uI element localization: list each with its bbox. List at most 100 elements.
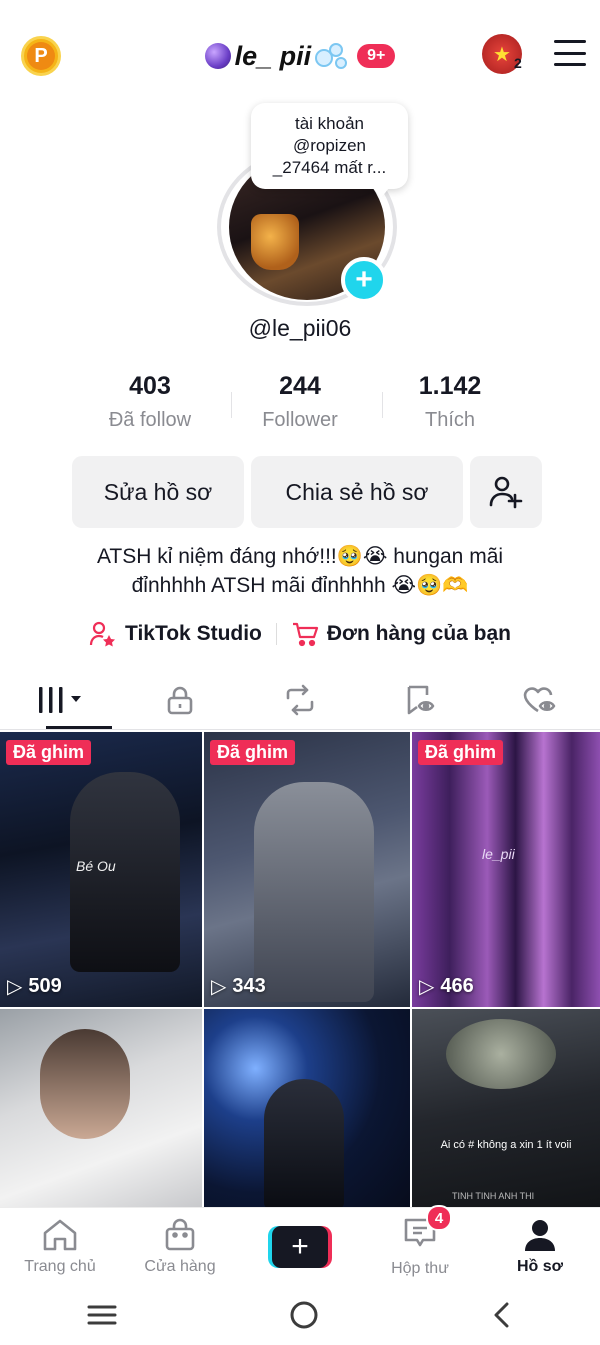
- thumb-figure: [264, 1079, 344, 1207]
- menu-line: [554, 63, 586, 66]
- video-thumbnail[interactable]: Bé Ou Đã ghim ▷ 509: [0, 732, 202, 1007]
- home-icon: [43, 1219, 77, 1250]
- likes-label: Thích: [424, 409, 476, 431]
- thumb-caption: Ai có # không a xin 1 ít voii: [440, 1139, 572, 1151]
- view-count: ▷ 509: [7, 974, 62, 999]
- home-circle-icon[interactable]: [289, 1300, 319, 1330]
- avatar-glass: [251, 214, 299, 270]
- pinned-badge: Đã ghim: [418, 740, 504, 765]
- pinned-badge: Đã ghim: [6, 740, 92, 765]
- repost-icon: [286, 684, 314, 716]
- tab-videos[interactable]: [0, 672, 120, 728]
- profile-bio: ATSH kỉ niệm đáng nhớ!!!🥹😭 hungan mãi đỉ…: [40, 542, 560, 600]
- thumb-figure: [254, 782, 374, 1002]
- nav-inbox-label: Hộp thư: [391, 1260, 449, 1277]
- inbox-icon-wrap: 4: [402, 1205, 452, 1254]
- view-count-value: 509: [28, 975, 62, 997]
- thumb-watermark: le_pii: [482, 846, 515, 862]
- create-button[interactable]: +: [268, 1225, 332, 1268]
- recent-apps-icon[interactable]: [86, 1303, 118, 1327]
- nav-shop[interactable]: Cửa hàng: [120, 1208, 240, 1285]
- following-label: Đã follow: [108, 409, 192, 431]
- stat-divider: [231, 392, 232, 418]
- following-count: 403: [129, 372, 171, 400]
- profile-stats: 403 Đã follow 244 Follower 1.142 Thích: [75, 372, 525, 432]
- tooltip-line: _27464 mất r...: [272, 158, 387, 177]
- view-count: ▷ 466: [419, 974, 474, 999]
- plus-icon: +: [272, 1225, 328, 1268]
- username-title: le_ pii: [234, 40, 312, 71]
- menu-line: [554, 40, 586, 43]
- add-user-icon: [489, 476, 523, 509]
- thumb-watermark: Bé Ou: [76, 858, 116, 874]
- link-divider: [275, 623, 277, 645]
- following-stat[interactable]: 403 Đã follow: [75, 372, 225, 432]
- tooltip-line: tài khoản: [295, 114, 364, 133]
- bio-line: đỉnhhhh ATSH mãi đỉnhhhh 😭🥹🫶: [131, 574, 469, 597]
- profile-handle: @le_pii06: [248, 315, 352, 341]
- system-nav-bar: [0, 1285, 600, 1345]
- thumb-flowers: [446, 1019, 556, 1089]
- star-icon: ★: [493, 43, 511, 66]
- tab-private[interactable]: [120, 672, 240, 728]
- nav-shop-label: Cửa hàng: [144, 1257, 216, 1275]
- video-thumbnail[interactable]: le_pii Đã ghim ▷ 466: [412, 732, 600, 1007]
- edit-profile-button[interactable]: Sửa hồ sơ: [72, 456, 244, 528]
- tooltip-line: @ropizen: [292, 136, 366, 155]
- orders-link[interactable]: Đơn hàng của bạn: [291, 621, 511, 647]
- view-count: ▷ 343: [211, 974, 266, 999]
- view-count-value: 466: [440, 975, 474, 997]
- account-switch-badge: 9+: [357, 44, 396, 68]
- nav-inbox[interactable]: 4 Hộp thư: [360, 1205, 480, 1285]
- shopping-bag-icon: [165, 1218, 195, 1250]
- nav-profile-label: Hồ sơ: [516, 1257, 564, 1275]
- video-thumbnail[interactable]: [204, 1009, 410, 1207]
- inbox-badge: 4: [426, 1205, 452, 1231]
- likes-stat[interactable]: 1.142 Thích: [375, 372, 525, 432]
- orders-link-label: Đơn hàng của bạn: [326, 622, 511, 645]
- share-profile-button[interactable]: Chia sẻ hồ sơ: [251, 456, 463, 528]
- studio-icon: [89, 621, 115, 647]
- videos-grid-icon: [39, 687, 81, 713]
- followers-label: Follower: [262, 409, 338, 431]
- bookmark-eye-icon: [407, 685, 435, 715]
- back-icon[interactable]: [490, 1301, 514, 1329]
- menu-line: [554, 51, 586, 55]
- tab-favorites[interactable]: [360, 672, 480, 728]
- studio-link-label: TikTok Studio: [125, 622, 262, 645]
- menu-button[interactable]: [554, 40, 586, 66]
- stat-divider: [382, 392, 383, 418]
- nav-home[interactable]: Trang chủ: [0, 1208, 120, 1285]
- nav-create[interactable]: +: [240, 1208, 360, 1285]
- followers-count: 244: [279, 372, 321, 400]
- play-icon: ▷: [211, 976, 227, 998]
- nav-profile[interactable]: Hồ sơ: [480, 1208, 600, 1285]
- add-friend-button[interactable]: [470, 456, 542, 528]
- cart-icon: [292, 622, 318, 647]
- profile-tabs: [0, 672, 600, 728]
- play-icon: ▷: [7, 976, 23, 998]
- avatar-count: 2: [514, 55, 522, 71]
- lock-icon: [167, 686, 193, 715]
- video-thumbnail[interactable]: Đã ghim ▷ 343: [204, 732, 410, 1007]
- video-thumbnail[interactable]: Ai có # không a xin 1 ít voii TINH TINH …: [412, 1009, 600, 1207]
- bottom-nav: Trang chủ Cửa hàng + 4 Hộp thư Hồ sơ: [0, 1205, 600, 1285]
- note-tooltip[interactable]: tài khoản @ropizen _27464 mất r...: [251, 103, 408, 198]
- add-story-button[interactable]: +: [341, 257, 387, 303]
- likes-count: 1.142: [418, 372, 482, 400]
- tiktok-studio-link[interactable]: TikTok Studio: [89, 621, 262, 647]
- person-icon: [525, 1219, 555, 1251]
- bio-line: ATSH kỉ niệm đáng nhớ!!!🥹😭 hungan mãi: [96, 545, 504, 568]
- tab-liked[interactable]: [480, 672, 600, 728]
- pinned-badge: Đã ghim: [210, 740, 296, 765]
- profile-links: TikTok Studio Đơn hàng của bạn: [0, 621, 600, 647]
- thumb-figure: [40, 1029, 130, 1139]
- crystal-ball-icon: [204, 43, 231, 69]
- video-thumbnail[interactable]: [0, 1009, 202, 1207]
- nav-home-label: Trang chủ: [24, 1257, 96, 1275]
- active-tab-indicator: [46, 726, 112, 729]
- tab-reposts[interactable]: [240, 672, 360, 728]
- heart-eye-icon: [523, 687, 556, 713]
- followers-stat[interactable]: 244 Follower: [225, 372, 375, 432]
- thumb-footer: TINH TINH ANH THI: [452, 1191, 535, 1201]
